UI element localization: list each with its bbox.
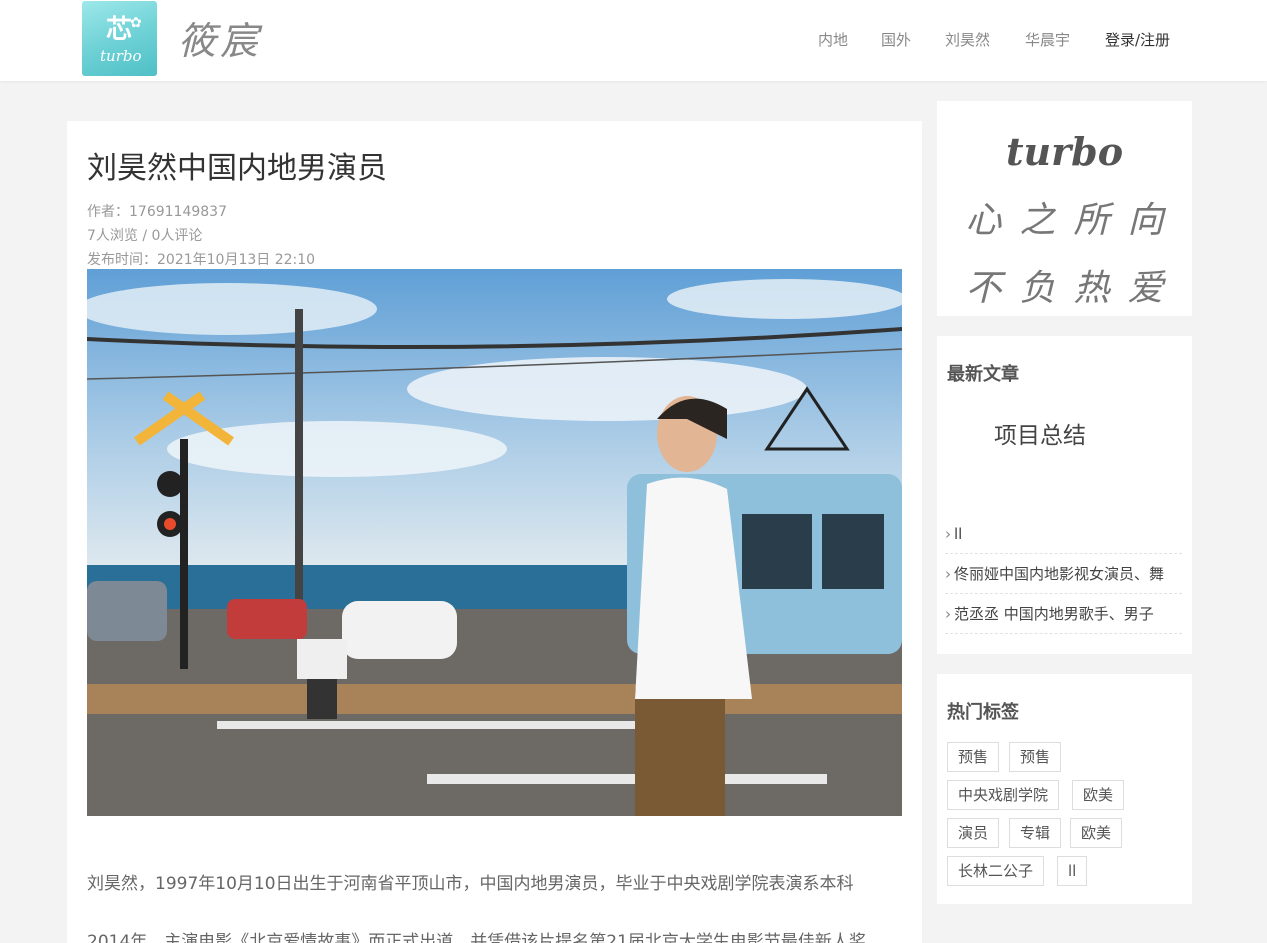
- motto-line-2: 不负热爱: [965, 268, 1182, 309]
- tag-link[interactable]: ll: [1057, 856, 1088, 886]
- tag-link[interactable]: 欧美: [1070, 818, 1123, 848]
- latest-post-item[interactable]: › 范丞丞 中国内地男歌手、男子: [945, 594, 1182, 634]
- article-card: 刘昊然中国内地男演员 作者：17691149837 7人浏览 / 0人评论 发布…: [67, 121, 922, 943]
- tag-link[interactable]: 中央戏剧学院: [947, 780, 1060, 810]
- site-title[interactable]: 筱宸: [178, 10, 262, 65]
- site-logo[interactable]: 芯 ✿ turbo: [82, 1, 157, 76]
- tag-link[interactable]: 长林二公子: [947, 856, 1045, 886]
- article-stats: 7人浏览 / 0人评论: [87, 228, 203, 244]
- latest-posts-heading: 最新文章: [947, 364, 1019, 385]
- latest-post-title: ll: [954, 525, 963, 543]
- hot-tags-heading: 热门标签: [947, 702, 1019, 723]
- article-author: 作者：17691149837: [87, 204, 227, 220]
- article-paragraph-1: 刘昊然，1997年10月10日出生于河南省平顶山市，中国内地男演员，毕业于中央戏…: [87, 874, 854, 894]
- logo-glyph: 芯: [106, 15, 133, 45]
- latest-post-item[interactable]: › ll: [945, 514, 1182, 554]
- motto-widget: turbo 心之所向 不负热爱: [937, 101, 1192, 316]
- chevron-right-icon: ›: [945, 565, 951, 583]
- nav-item-liuhaoran[interactable]: 刘昊然: [945, 29, 990, 51]
- login-register-link[interactable]: 登录/注册: [1105, 29, 1170, 51]
- latest-post-title: 佟丽娅中国内地影视女演员、舞: [954, 565, 1165, 583]
- paw-icon: ✿: [130, 15, 142, 31]
- site-header: 芯 ✿ turbo 筱宸 内地 国外 刘昊然 华晨宇 登录/注册: [0, 0, 1267, 81]
- tag-link[interactable]: 专辑: [1009, 818, 1062, 848]
- featured-post-link[interactable]: 项目总结: [994, 416, 1086, 450]
- motto-line-1: 心之所向: [965, 200, 1182, 241]
- article-paragraph-2: 2014年，主演电影《北京爱情故事》而正式出道，并凭借该片提名第21届北京大学生…: [87, 932, 866, 943]
- tag-link[interactable]: 预售: [1009, 742, 1062, 772]
- latest-post-title: 范丞丞 中国内地男歌手、男子: [954, 605, 1154, 623]
- tag-link[interactable]: 欧美: [1072, 780, 1125, 810]
- tag-link[interactable]: 预售: [947, 742, 1000, 772]
- motto-word: turbo: [1005, 129, 1124, 174]
- chevron-right-icon: ›: [945, 525, 951, 543]
- tag-link[interactable]: 演员: [947, 818, 1000, 848]
- nav-item-mainland[interactable]: 内地: [818, 29, 848, 51]
- latest-post-item[interactable]: › 佟丽娅中国内地影视女演员、舞: [945, 554, 1182, 594]
- nav-item-huachenyu[interactable]: 华晨宇: [1025, 29, 1070, 51]
- nav-item-abroad[interactable]: 国外: [881, 29, 911, 51]
- article-published: 发布时间：2021年10月13日 22:10: [87, 252, 316, 268]
- article-title: 刘昊然中国内地男演员: [87, 151, 387, 186]
- chevron-right-icon: ›: [945, 605, 951, 623]
- article-photo: [87, 269, 902, 816]
- latest-posts-widget: 最新文章 项目总结 › ll › 佟丽娅中国内地影视女演员、舞 › 范丞丞 中国内地男…: [937, 336, 1192, 654]
- hot-tags-widget: 热门标签 预售 预售 中央戏剧学院 欧美 演员 专辑 欧美 长林二公子 ll: [937, 674, 1192, 904]
- photo-illustration: [87, 269, 902, 816]
- logo-word: turbo: [100, 47, 142, 65]
